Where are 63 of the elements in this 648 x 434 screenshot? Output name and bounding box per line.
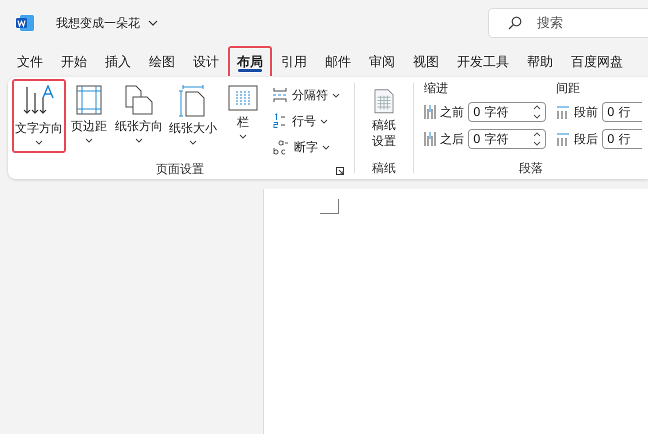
field-label: 之前 [440,104,464,120]
spin-arrows-icon[interactable] [533,132,541,146]
ribbon-tab[interactable]: 文件 [8,46,52,76]
section-heading: 间距 [556,80,581,97]
ribbon-button[interactable]: 文字方向 [12,79,66,153]
chevron-down-icon [239,134,247,139]
section-heading: 缩进 [424,80,449,97]
group-label: 页面设置 [156,160,204,178]
hyphenation-icon [272,138,290,156]
indent-icon [424,132,436,146]
spin-field[interactable]: 0 行 [602,102,642,122]
group-label: 段落 [519,160,543,176]
chevron-down-icon [35,140,43,145]
group-label: 稿纸 [372,160,396,176]
spacing-icon [556,132,570,146]
chevron-down-icon [135,138,143,143]
ribbon-button[interactable]: 纸张方向 [112,79,166,153]
search-icon [508,16,522,30]
columns-icon [228,85,258,111]
ribbon-button[interactable]: 纸张大小 [166,79,220,153]
spin-field[interactable]: 0 字符 [468,102,546,122]
margin-corner-mark [320,199,339,214]
word-logo-icon [16,15,34,31]
ribbon-button[interactable]: 分隔符 [270,83,342,107]
ribbon-tab[interactable]: 绘图 [140,46,184,76]
ribbon-button[interactable]: 稿纸设置 [361,79,407,153]
spin-arrows-icon[interactable] [533,105,541,119]
ribbon-tab[interactable]: 插入 [96,46,140,76]
ribbon-button[interactable]: 栏 [220,79,266,153]
chevron-down-icon [85,138,93,143]
ribbon-tab[interactable]: 开始 [52,46,96,76]
spin-field[interactable]: 0 行 [602,129,642,149]
grid-paper-icon [372,89,396,114]
ribbon-tab[interactable]: 百度网盘 [562,46,632,76]
ribbon-button[interactable]: 行号 [270,109,342,133]
chevron-down-icon[interactable] [148,20,158,26]
ribbon-tab[interactable]: 审阅 [360,46,404,76]
breaks-icon [272,87,288,103]
orientation-icon [124,85,154,115]
field-label: 段前 [574,104,598,120]
spin-field[interactable]: 0 字符 [468,129,546,149]
chevron-down-icon [320,118,328,124]
document-title[interactable]: 我想变成一朵花 [56,14,140,32]
ribbon-tab[interactable]: 视图 [404,46,448,76]
ribbon-tab[interactable]: 开发工具 [448,46,518,76]
spacing-icon [556,105,570,119]
field-label: 之后 [440,130,464,148]
indent-icon [424,105,436,119]
chevron-down-icon [332,92,340,98]
chevron-down-icon [322,144,330,150]
line-numbers-icon [272,113,288,129]
ribbon-tab[interactable]: 引用 [272,46,316,76]
ribbon-tab[interactable]: 邮件 [316,46,360,76]
chevron-down-icon [189,140,197,145]
ribbon-button[interactable]: 断字 [270,135,342,159]
ribbon-button[interactable]: 页边距 [66,79,112,153]
ribbon-tab[interactable]: 帮助 [518,46,562,76]
field-label: 段后 [574,130,598,148]
margins-icon [75,85,103,115]
dialog-launcher-icon[interactable] [336,167,344,175]
paper-size-icon [179,85,207,117]
ribbon-tab[interactable]: 设计 [184,46,228,76]
search-field[interactable]: 搜索 [488,8,648,38]
